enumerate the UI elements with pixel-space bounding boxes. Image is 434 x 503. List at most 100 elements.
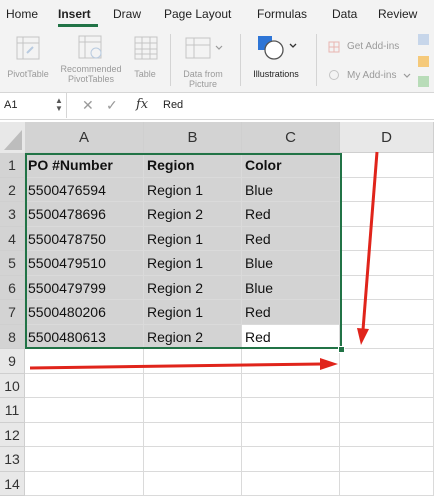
row-header[interactable]: 9 bbox=[0, 349, 25, 374]
addin-app-icons[interactable] bbox=[416, 32, 434, 90]
empty-cell[interactable] bbox=[340, 202, 434, 227]
table-cell[interactable]: 5500476594 bbox=[25, 177, 144, 202]
table-cell[interactable]: Region 1 bbox=[144, 300, 242, 325]
empty-cell[interactable] bbox=[242, 373, 340, 398]
tab-insert[interactable]: Insert bbox=[58, 7, 91, 21]
empty-cell[interactable] bbox=[340, 153, 434, 178]
table-cell[interactable]: Region 2 bbox=[144, 202, 242, 227]
empty-cell[interactable] bbox=[25, 398, 144, 423]
table-cell[interactable]: Region 1 bbox=[144, 251, 242, 276]
pivot-table-button[interactable]: PivotTable bbox=[3, 69, 53, 79]
ribbon-divider bbox=[240, 34, 241, 86]
cancel-icon[interactable]: ✕ bbox=[82, 97, 94, 114]
header-cell[interactable]: Region bbox=[144, 153, 242, 178]
empty-cell[interactable] bbox=[144, 398, 242, 423]
header-cell[interactable]: PO #Number bbox=[25, 153, 144, 178]
tab-page-layout[interactable]: Page Layout bbox=[164, 7, 231, 21]
table-cell[interactable]: 5500478750 bbox=[25, 226, 144, 251]
row-header[interactable]: 2 bbox=[0, 177, 25, 202]
empty-cell[interactable] bbox=[340, 324, 434, 349]
select-all-corner[interactable] bbox=[0, 122, 26, 154]
table-cell[interactable]: Red bbox=[242, 226, 340, 251]
table-button[interactable]: Table bbox=[128, 69, 162, 79]
table-cell[interactable]: Region 2 bbox=[144, 275, 242, 300]
row-header[interactable]: 11 bbox=[0, 398, 25, 423]
tab-home[interactable]: Home bbox=[6, 7, 38, 21]
empty-cell[interactable] bbox=[242, 349, 340, 374]
empty-cell[interactable] bbox=[242, 398, 340, 423]
empty-cell[interactable] bbox=[340, 300, 434, 325]
column-header-a[interactable]: A bbox=[25, 122, 144, 153]
empty-cell[interactable] bbox=[340, 471, 434, 496]
table-cell[interactable]: Blue bbox=[242, 275, 340, 300]
table-cell[interactable]: Region 2 bbox=[144, 324, 242, 349]
column-header-d[interactable]: D bbox=[340, 122, 434, 153]
row-header[interactable]: 14 bbox=[0, 471, 25, 496]
empty-cell[interactable] bbox=[144, 422, 242, 447]
formula-input[interactable]: Red bbox=[163, 99, 183, 111]
illustrations-button[interactable]: Illustrations bbox=[244, 69, 308, 79]
empty-cell[interactable] bbox=[242, 447, 340, 472]
empty-cell[interactable] bbox=[144, 349, 242, 374]
empty-cell[interactable] bbox=[25, 447, 144, 472]
table-cell[interactable]: Red bbox=[242, 300, 340, 325]
table-cell[interactable]: Region 1 bbox=[144, 177, 242, 202]
header-cell[interactable]: Color bbox=[242, 153, 340, 178]
table-cell[interactable]: 5500480206 bbox=[25, 300, 144, 325]
empty-cell[interactable] bbox=[340, 251, 434, 276]
empty-cell[interactable] bbox=[144, 447, 242, 472]
row-header[interactable]: 12 bbox=[0, 422, 25, 447]
empty-cell[interactable] bbox=[25, 373, 144, 398]
my-addins-button[interactable]: My Add-ins bbox=[347, 71, 396, 81]
column-header-c[interactable]: C bbox=[242, 122, 340, 153]
table-cell[interactable]: 5500478696 bbox=[25, 202, 144, 227]
empty-cell[interactable] bbox=[242, 422, 340, 447]
chevron-down-icon[interactable] bbox=[403, 72, 411, 80]
row-header[interactable]: 8 bbox=[0, 324, 25, 349]
empty-cell[interactable] bbox=[25, 422, 144, 447]
empty-cell[interactable] bbox=[144, 373, 242, 398]
empty-cell[interactable] bbox=[144, 471, 242, 496]
row-header[interactable]: 5 bbox=[0, 251, 25, 276]
data-from-picture-button[interactable]: Data from Picture bbox=[176, 69, 230, 89]
tab-draw[interactable]: Draw bbox=[113, 7, 141, 21]
name-box[interactable]: A1 ▲ ▼ bbox=[0, 93, 67, 118]
get-addins-button[interactable]: Get Add-ins bbox=[347, 42, 399, 52]
empty-cell[interactable] bbox=[25, 471, 144, 496]
empty-cell[interactable] bbox=[340, 226, 434, 251]
row-header[interactable]: 13 bbox=[0, 447, 25, 472]
table-cell[interactable]: 5500480613 bbox=[25, 324, 144, 349]
empty-cell[interactable] bbox=[340, 398, 434, 423]
empty-cell[interactable] bbox=[25, 349, 144, 374]
tab-review[interactable]: Review bbox=[378, 7, 417, 21]
recommended-pivottables-button[interactable]: Recommended PivotTables bbox=[56, 64, 126, 84]
empty-cell[interactable] bbox=[340, 349, 434, 374]
table-cell[interactable]: Blue bbox=[242, 251, 340, 276]
row-header[interactable]: 4 bbox=[0, 226, 25, 251]
table-cell[interactable]: 5500479799 bbox=[25, 275, 144, 300]
empty-cell[interactable] bbox=[340, 373, 434, 398]
row-header[interactable]: 6 bbox=[0, 275, 25, 300]
enter-icon[interactable]: ✓ bbox=[106, 97, 118, 114]
empty-cell[interactable] bbox=[340, 177, 434, 202]
active-cell[interactable]: Red bbox=[242, 324, 340, 349]
fill-handle[interactable] bbox=[338, 346, 345, 353]
tab-data[interactable]: Data bbox=[332, 7, 357, 21]
table-cell[interactable]: 5500479510 bbox=[25, 251, 144, 276]
table-cell[interactable]: Region 1 bbox=[144, 226, 242, 251]
column-header-b[interactable]: B bbox=[144, 122, 242, 153]
empty-cell[interactable] bbox=[340, 447, 434, 472]
name-box-stepper-icon[interactable]: ▲ ▼ bbox=[55, 97, 63, 113]
empty-cell[interactable] bbox=[242, 471, 340, 496]
ribbon: PivotTable Recommended PivotTables Table… bbox=[0, 28, 434, 93]
insert-function-button[interactable]: fx bbox=[136, 97, 148, 112]
row-header[interactable]: 1 bbox=[0, 153, 25, 178]
empty-cell[interactable] bbox=[340, 422, 434, 447]
tab-formulas[interactable]: Formulas bbox=[257, 7, 307, 21]
row-header[interactable]: 3 bbox=[0, 202, 25, 227]
empty-cell[interactable] bbox=[340, 275, 434, 300]
table-cell[interactable]: Red bbox=[242, 202, 340, 227]
table-cell[interactable]: Blue bbox=[242, 177, 340, 202]
row-header[interactable]: 10 bbox=[0, 373, 25, 398]
row-header[interactable]: 7 bbox=[0, 300, 25, 325]
